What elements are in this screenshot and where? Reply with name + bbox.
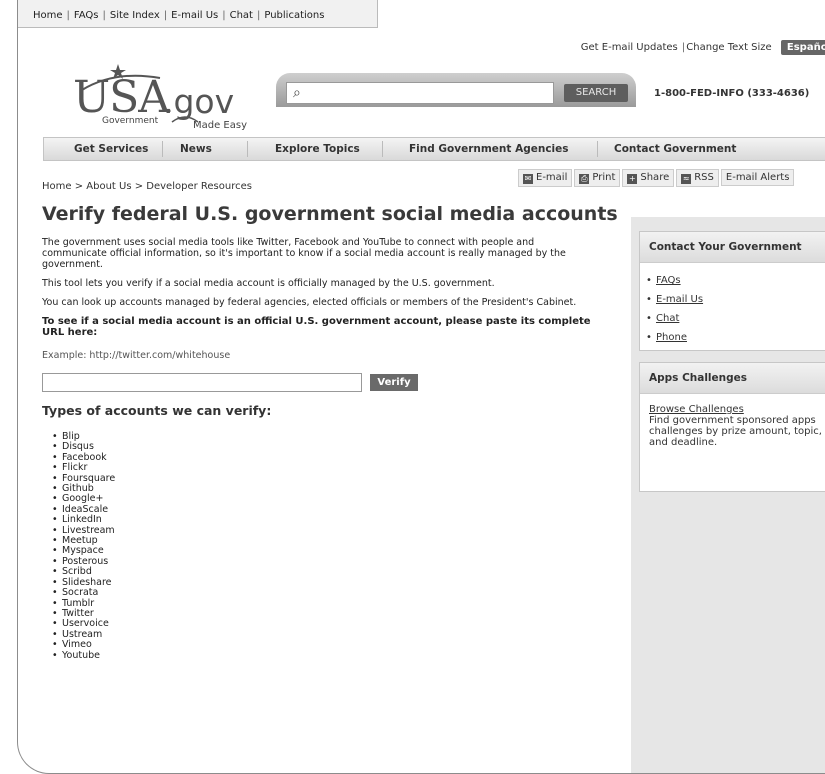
main-nav: Get Services News Explore Topics Find Go… — [43, 137, 825, 161]
list-item: Slideshare — [52, 577, 602, 589]
list-item: Uservoice — [52, 618, 602, 630]
share-share-button[interactable]: + Share — [622, 169, 675, 187]
nav-contact-government[interactable]: Contact Government — [614, 143, 736, 155]
list-item: Ustream — [52, 629, 602, 641]
list-item: Facebook — [52, 452, 602, 464]
usa-gov-logo[interactable]: USA .gov Government Made Easy — [60, 60, 270, 131]
sidebar-link-faqs[interactable]: FAQs — [646, 271, 825, 290]
list-item: Twitter — [52, 608, 602, 620]
email-updates-link[interactable]: Get E-mail Updates — [581, 42, 678, 53]
list-item: Meetup — [52, 535, 602, 547]
list-item: Socrata — [52, 587, 602, 599]
list-item: Scribd — [52, 566, 602, 578]
list-item: Myspace — [52, 546, 602, 558]
search-icon: ⌕ — [293, 85, 301, 101]
share-print-button[interactable]: ⎙ Print — [574, 169, 621, 187]
sidebar-link-chat[interactable]: Chat — [646, 309, 825, 328]
lookup-description: You can look up accounts managed by fede… — [42, 297, 577, 308]
share-toolbar: ✉ E-mail ⎙ Print + Share ≈ RSS E-mail Alerts — [518, 169, 796, 189]
plus-icon: + — [627, 174, 638, 184]
contact-box: Contact Your Government FAQs E-mail Us C… — [639, 231, 825, 351]
page-frame: Home | FAQs | Site Index | E-mail Us | Chat | Publ… — [17, 0, 825, 774]
logo-gov-text: .gov — [163, 82, 235, 121]
change-text-size-link[interactable]: Change Text Size — [686, 42, 771, 53]
sidebar-link-phone[interactable]: Phone — [646, 328, 825, 347]
list-item: IdeaScale — [52, 504, 602, 516]
list-item: Flickr — [52, 462, 602, 474]
sidebar: Contact Your Government FAQs E-mail Us C… — [631, 217, 825, 773]
list-item: Youtube — [52, 650, 602, 662]
main-content: Verify federal U.S. government social me… — [42, 203, 618, 662]
page-title: Verify federal U.S. government social me… — [42, 203, 618, 225]
list-item: Livestream — [52, 525, 602, 537]
logo-tagline-government: Government — [102, 116, 159, 126]
topbar-link-chat[interactable]: Chat — [230, 10, 253, 21]
topbar-link-faqs[interactable]: FAQs — [74, 10, 99, 21]
verify-form: Verify — [42, 373, 602, 393]
url-prompt: To see if a social media account is an o… — [42, 316, 591, 338]
topbar-link-site-index[interactable]: Site Index — [110, 10, 160, 21]
types-heading: Types of accounts we can verify: — [42, 403, 272, 418]
verify-button[interactable]: Verify — [370, 374, 418, 391]
logo-tagline-made-easy: Made Easy — [193, 120, 248, 131]
share-email-button[interactable]: ✉ E-mail — [518, 169, 573, 187]
sidebar-link-email-us[interactable]: E-mail Us — [646, 290, 825, 309]
rss-icon: ≈ — [681, 174, 692, 184]
utility-links: Get E-mail Updates |Change Text Size Esp… — [581, 40, 825, 55]
phone-number: 1-800-FED-INFO (333-4636) — [654, 88, 810, 99]
topbar-link-publications[interactable]: Publications — [264, 10, 324, 21]
list-item: Vimeo — [52, 639, 602, 651]
search-button[interactable]: SEARCH — [564, 84, 628, 102]
list-item: Tumblr — [52, 598, 602, 610]
url-input[interactable] — [42, 373, 362, 392]
apps-heading: Apps Challenges — [640, 363, 825, 394]
list-item: Google+ — [52, 494, 602, 506]
nav-find-agencies[interactable]: Find Government Agencies — [409, 143, 569, 155]
apps-challenges-box: Apps Challenges Browse Challenges Find g… — [639, 362, 825, 492]
topbar-link-email-us[interactable]: E-mail Us — [171, 10, 218, 21]
apps-description: Find government sponsored apps challenge… — [649, 415, 822, 448]
contact-heading: Contact Your Government — [640, 232, 825, 263]
list-item: Disqus — [52, 441, 602, 453]
tool-description: This tool lets you verify if a social me… — [42, 278, 495, 289]
intro-paragraph: The government uses social media tools l… — [42, 237, 566, 270]
url-example: Example: http://twitter.com/whitehouse — [42, 350, 231, 361]
email-icon: ✉ — [523, 174, 533, 184]
search-input[interactable]: ⌕ — [286, 82, 554, 104]
list-item: Foursquare — [52, 473, 602, 485]
list-item: Github — [52, 483, 602, 495]
nav-get-services[interactable]: Get Services — [74, 143, 148, 155]
espanol-button[interactable]: Español — [780, 40, 825, 55]
top-utility-bar: Home | FAQs | Site Index | E-mail Us | Chat | Publ… — [18, 0, 378, 28]
list-item: Posterous — [52, 556, 602, 568]
breadcrumb[interactable]: Home > About Us > Developer Resources — [42, 181, 252, 192]
share-rss-button[interactable]: ≈ RSS — [676, 169, 719, 187]
list-item: Blip — [52, 431, 602, 443]
print-icon: ⎙ — [579, 174, 590, 184]
email-alerts-button[interactable]: E-mail Alerts — [720, 169, 795, 186]
browse-challenges-link[interactable]: Browse Challenges — [649, 404, 823, 415]
nav-explore-topics[interactable]: Explore Topics — [275, 143, 360, 155]
account-types-list: Blip Disqus Facebook Flickr Foursquare G… — [42, 431, 602, 662]
nav-news[interactable]: News — [180, 143, 212, 155]
list-item: LinkedIn — [52, 514, 602, 526]
topbar-link-home[interactable]: Home — [33, 10, 63, 21]
